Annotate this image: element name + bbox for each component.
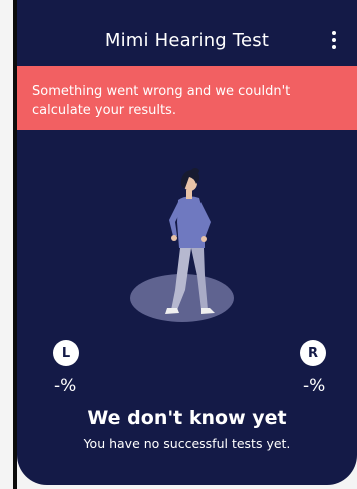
right-ear-badge: R [300,340,326,366]
app-title: Mimi Hearing Test [104,30,270,51]
result-headline: We don't know yet [87,407,287,429]
neck [186,190,192,199]
left-shoe [165,308,179,314]
left-hand [171,235,177,241]
error-banner: Something went wrong and we couldn't cal… [17,66,357,130]
right-hand [201,236,207,242]
error-message: Something went wrong and we couldn't cal… [32,84,291,118]
app-screen: Mimi Hearing Test Something went wrong a… [17,0,357,485]
result-subline: You have no successful tests yet. [83,436,291,451]
right-ear-score: -% [303,376,326,396]
app-bar: Mimi Hearing Test [17,0,357,63]
more-vertical-icon[interactable] [329,31,339,49]
left-ear-badge: L [53,340,79,366]
device-frame: Mimi Hearing Test Something went wrong a… [0,0,357,489]
left-ear-score: -% [54,376,77,396]
person-standing-illustration [130,168,234,322]
hair-bun [191,168,199,174]
